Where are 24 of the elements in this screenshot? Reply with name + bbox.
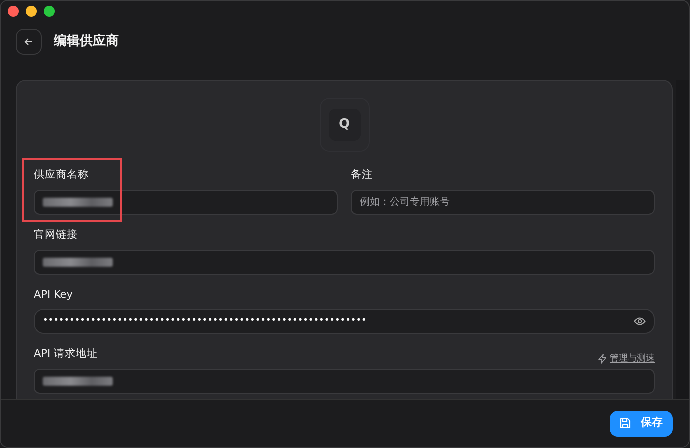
page-title: 编辑供应商 (54, 32, 119, 52)
api-key-field[interactable]: ••••••••••••••••••••••••••••••••••••••••••••••••••••••••••••• (34, 309, 655, 334)
field-label: 备注 (351, 168, 373, 183)
field-label: API Key (34, 288, 73, 302)
input-field[interactable] (34, 190, 338, 215)
blurred-value (43, 258, 113, 266)
field-label: API 请求地址 (34, 347, 98, 362)
blurred-value (43, 377, 113, 386)
input-field[interactable] (34, 250, 655, 274)
avatar-letter[interactable]: Q (328, 109, 360, 141)
field-label: 官网链接 (34, 228, 78, 243)
lightning-icon (598, 354, 607, 364)
close-window-dot[interactable] (8, 6, 19, 16)
field-label: 供应商名称 (34, 168, 89, 183)
manage-speed-test-link[interactable]: 管理与测速 (598, 352, 655, 366)
show-password-icon[interactable] (634, 317, 646, 326)
scrollbar-track[interactable] (676, 80, 689, 399)
blurred-value (43, 198, 113, 207)
back-button[interactable] (16, 29, 42, 55)
input-field[interactable] (34, 369, 655, 394)
back-arrow-icon (24, 37, 34, 47)
remark-field[interactable]: 例如：公司专用账号 (351, 190, 655, 215)
maximize-window-dot[interactable] (44, 6, 55, 16)
minimize-window-dot[interactable] (26, 6, 37, 16)
